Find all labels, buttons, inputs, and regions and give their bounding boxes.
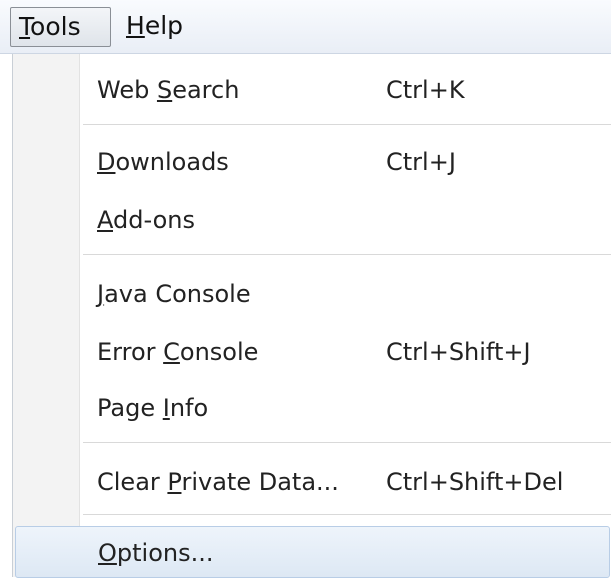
label-accel: P [167, 468, 182, 496]
menu-item-label: Add-ons [97, 194, 195, 246]
menu-item-label: Web Search [97, 64, 239, 116]
menu-item-label: Options... [98, 527, 214, 579]
menu-tools-label-post: ools [30, 12, 81, 41]
menu-item-add-ons[interactable]: Add-ons [13, 194, 611, 246]
menu-item-label: Error Console [97, 326, 258, 378]
menu-tools-accel: T [19, 12, 31, 41]
menu-separator [83, 442, 611, 444]
menu-item-shortcut: Ctrl+J [386, 148, 456, 176]
menu-item-shortcut: Ctrl+Shift+J [386, 338, 531, 366]
menu-tools[interactable]: Tools [10, 7, 111, 47]
label-pre: Page [97, 394, 163, 422]
label-accel: O [98, 539, 117, 567]
label-accel: S [156, 76, 173, 104]
label-accel: D [97, 148, 116, 176]
menu-item-web-search[interactable]: Web Search Ctrl+K [13, 64, 611, 116]
menu-item-clear-private-data[interactable]: Clear Private Data... Ctrl+Shift+Del [13, 456, 611, 508]
label-post: dd-ons [113, 206, 195, 234]
label-post: rivate Data... [181, 468, 339, 496]
menu-item-shortcut: Ctrl+K [386, 76, 465, 104]
menu-separator [83, 514, 611, 516]
menu-item-label: Java Console [97, 268, 251, 320]
label-post: nfo [169, 394, 209, 422]
tools-dropdown-menu: Web Search Ctrl+K Downloads Ctrl+J Add-o… [12, 54, 611, 578]
label-post: onsole [179, 338, 259, 366]
label-pre: Error [97, 338, 164, 366]
menu-separator [83, 254, 611, 256]
label-pre: Web [97, 76, 157, 104]
menu-help-label-post: elp [144, 11, 184, 40]
menu-item-downloads[interactable]: Downloads Ctrl+J [13, 136, 611, 188]
menu-item-label: Clear Private Data... [97, 456, 339, 508]
label-accel: C [163, 338, 180, 366]
menu-item-label: Page Info [97, 382, 208, 434]
menu-item-label: Downloads [97, 136, 229, 188]
menu-item-java-console[interactable]: Java Console [13, 268, 611, 320]
menu-help[interactable]: Help [118, 7, 208, 47]
label-post: ava Console [104, 280, 251, 308]
menu-item-error-console[interactable]: Error Console Ctrl+Shift+J [13, 326, 611, 378]
label-post: ownloads [115, 148, 229, 176]
menu-item-options[interactable]: Options... [15, 526, 610, 578]
menu-item-shortcut: Ctrl+Shift+Del [386, 468, 564, 496]
label-post: ptions... [116, 539, 214, 567]
menu-separator [83, 124, 611, 126]
label-post: earch [172, 76, 240, 104]
menu-bar: Tools Help [0, 0, 611, 54]
label-accel: A [97, 206, 113, 234]
label-accel: I [162, 394, 170, 422]
label-pre: Clear [97, 468, 168, 496]
menu-help-accel: H [126, 11, 145, 40]
menu-item-page-info[interactable]: Page Info [13, 382, 611, 434]
